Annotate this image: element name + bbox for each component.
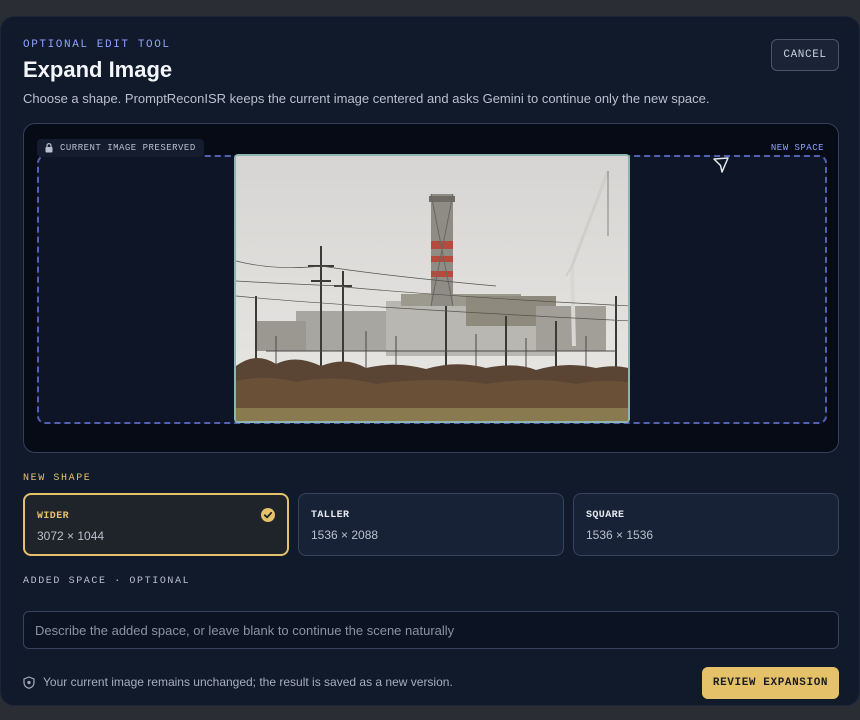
dialog-subtitle: Choose a shape. PromptReconISR keeps the… (23, 91, 710, 106)
shape-option-square[interactable]: SQUARE 1536 × 1536 (573, 493, 839, 556)
current-image (234, 154, 630, 423)
cursor-arrow-icon (713, 157, 729, 173)
review-expansion-button[interactable]: REVIEW EXPANSION (702, 667, 839, 699)
dialog-title: Expand Image (23, 57, 173, 82)
shape-option-taller[interactable]: TALLER 1536 × 2088 (298, 493, 564, 556)
added-space-input[interactable] (23, 611, 839, 649)
shape-name: SQUARE (586, 510, 625, 521)
lock-icon (45, 143, 53, 153)
footer-note-text: Your current image remains unchanged; th… (43, 675, 453, 689)
shield-icon (23, 675, 35, 689)
current-image-preserved-badge: CURRENT IMAGE PRESERVED (37, 139, 204, 157)
added-space-label: ADDED SPACE · OPTIONAL (23, 576, 191, 587)
shape-option-wider[interactable]: WIDER 3072 × 1044 (23, 493, 289, 556)
shape-dimensions: 1536 × 2088 (311, 528, 379, 542)
shape-dimensions: 3072 × 1044 (37, 529, 105, 543)
cancel-button[interactable]: CANCEL (771, 39, 839, 71)
dialog-eyebrow: OPTIONAL EDIT TOOL (23, 39, 171, 51)
shape-dimensions: 1536 × 1536 (586, 528, 654, 542)
shape-name: TALLER (311, 510, 350, 521)
new-shape-label: NEW SHAPE (23, 473, 92, 484)
shape-name: WIDER (37, 511, 70, 522)
power-plant-image (236, 156, 628, 421)
expand-image-dialog: OPTIONAL EDIT TOOL Expand Image Choose a… (0, 16, 860, 706)
new-space-label: NEW SPACE (770, 143, 824, 153)
footer-note: Your current image remains unchanged; th… (23, 675, 453, 689)
check-circle-icon (261, 508, 275, 522)
expansion-canvas: CURRENT IMAGE PRESERVED NEW SPACE (23, 123, 839, 453)
preserved-label: CURRENT IMAGE PRESERVED (60, 143, 196, 153)
